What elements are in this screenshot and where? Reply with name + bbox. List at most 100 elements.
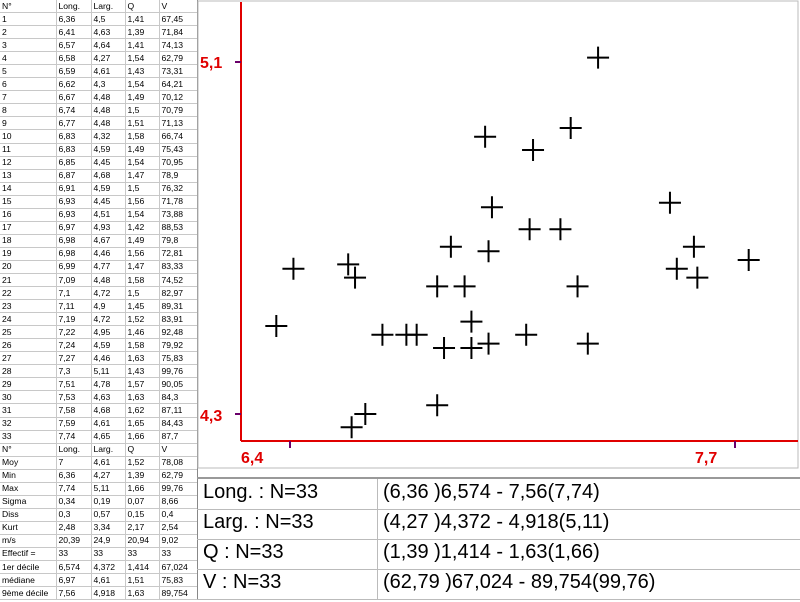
table-cell: 1,39 [125,469,160,483]
table-cell: 1,58 [125,338,160,353]
scatter-point [658,191,681,214]
table-cell: 84,3 [159,390,197,405]
table-row: 33 7,74 4,65 1,66 87,7 [0,430,197,444]
table-cell: 1,56 [125,247,160,261]
table-cell: 0,07 [125,495,160,509]
scatter-point [433,337,456,359]
table-cell: 73,31 [159,64,197,79]
stats-label: V : N=33 [203,571,282,593]
table-cell: 83,33 [159,260,197,274]
table-cell: 6,97 [56,573,92,588]
table-cell: 84,43 [159,417,197,431]
data-table: N° Long. Larg. Q V 1 6,36 4,5 1,41 67,45 2 6,41 4,63… [0,0,197,600]
table-cell: médiane [0,573,57,588]
table-cell: 4,67 [91,234,126,248]
scatter-point [439,235,462,258]
table-cell: 6,58 [56,51,92,66]
table-cell: 6,67 [56,90,92,105]
table-cell: 7 [56,456,92,470]
table-cell: 4,48 [91,116,126,131]
table-cell: 17 [0,221,57,235]
stats-row: Larg. : N=33 (4,27 )4,372 - 4,918(5,11) [197,509,800,540]
table-row: 15 6,93 4,45 1,56 71,78 [0,195,197,209]
table-cell: 4,48 [91,273,126,288]
table-cell: 4,61 [91,456,126,470]
table-cell: 9 [0,116,57,131]
scatter-point [477,240,500,263]
table-cell: 92,48 [159,325,197,340]
table-cell: 7,74 [56,430,92,444]
table-cell: V [159,443,197,457]
table-cell: 1,49 [125,90,160,105]
table-cell: 4,918 [91,586,126,600]
table-cell: 9,02 [159,534,197,548]
table-cell: 20,39 [56,534,92,548]
table-cell: 7,27 [56,351,92,366]
table-cell: Min [0,469,57,483]
stats-divider [377,569,378,599]
table-cell: 6,36 [56,469,92,483]
table-cell: 2,54 [159,521,197,535]
scatter-point [566,275,589,298]
table-cell: 5,11 [91,364,126,379]
table-cell: 1,63 [125,351,160,366]
table-cell: 83,91 [159,312,197,327]
table-cell: V [159,0,197,14]
table-cell: 1,63 [125,586,160,600]
table-cell: 89,31 [159,299,197,314]
table-cell: 6,98 [56,234,92,248]
table-cell: 7 [0,90,57,105]
table-cell: 6,93 [56,195,92,209]
table-cell: 4,48 [91,90,126,105]
table-cell: 74,13 [159,38,197,53]
table-cell: 6,85 [56,156,92,170]
table-cell: 6,41 [56,25,92,40]
table-cell: 7,58 [56,403,92,418]
table-cell: 6,97 [56,221,92,235]
table-cell: 71,78 [159,195,197,209]
table-cell: 19 [0,247,57,261]
table-cell: 25 [0,325,57,340]
table-cell: 1,65 [125,417,160,431]
scatter-point [265,315,288,337]
table-cell: 4,59 [91,338,126,353]
table-row: 18 6,98 4,67 1,49 79,8 [0,234,197,248]
stats-value: (4,27 )4,372 - 4,918(5,11) [383,511,610,533]
table-cell: 4,61 [91,64,126,79]
table-cell: 20 [0,260,57,274]
table-cell: 1,42 [125,221,160,235]
table-row: 31 7,58 4,68 1,62 87,11 [0,403,197,418]
table-row: 10 6,83 4,32 1,58 66,74 [0,129,197,144]
table-cell: Effectif = [0,547,57,562]
table-cell: 1,47 [125,169,160,183]
table-cell: 1,49 [125,234,160,248]
table-cell: 79,8 [159,234,197,248]
table-cell: 6,57 [56,38,92,53]
table-cell: 8,66 [159,495,197,509]
table-cell: 18 [0,234,57,248]
table-cell: 1,54 [125,156,160,170]
table-cell: 4,95 [91,325,126,340]
table-row: 30 7,53 4,63 1,63 84,3 [0,390,197,405]
table-cell: 1,54 [125,208,160,222]
table-cell: 62,79 [159,469,197,483]
table-cell: 0,57 [91,508,126,522]
scatter-point [426,394,449,417]
table-row: 5 6,59 4,61 1,43 73,31 [0,64,197,79]
table-row: 27 7,27 4,46 1,63 75,83 [0,351,197,366]
scatter-point [477,332,500,355]
table-cell: 1,58 [125,273,160,288]
table-cell: 0,15 [125,508,160,522]
stats-divider [377,509,378,539]
table-row: 6 6,62 4,3 1,54 64,21 [0,77,197,92]
scatter-point [686,266,709,289]
table-cell: 6,574 [56,560,92,575]
table-cell: 3 [0,38,57,53]
table-cell: 71,13 [159,116,197,131]
data-table-body: N° Long. Larg. Q V 1 6,36 4,5 1,41 67,45 2 6,41 4,63… [0,0,197,600]
table-cell: 6,93 [56,208,92,222]
table-cell: 0,4 [159,508,197,522]
summary-row: Kurt 2,48 3,34 2,17 2,54 [0,521,197,535]
table-row: 19 6,98 4,46 1,56 72,81 [0,247,197,261]
scatter-plot-svg: 5,1 4,3 6,4 7,7 [197,0,799,469]
